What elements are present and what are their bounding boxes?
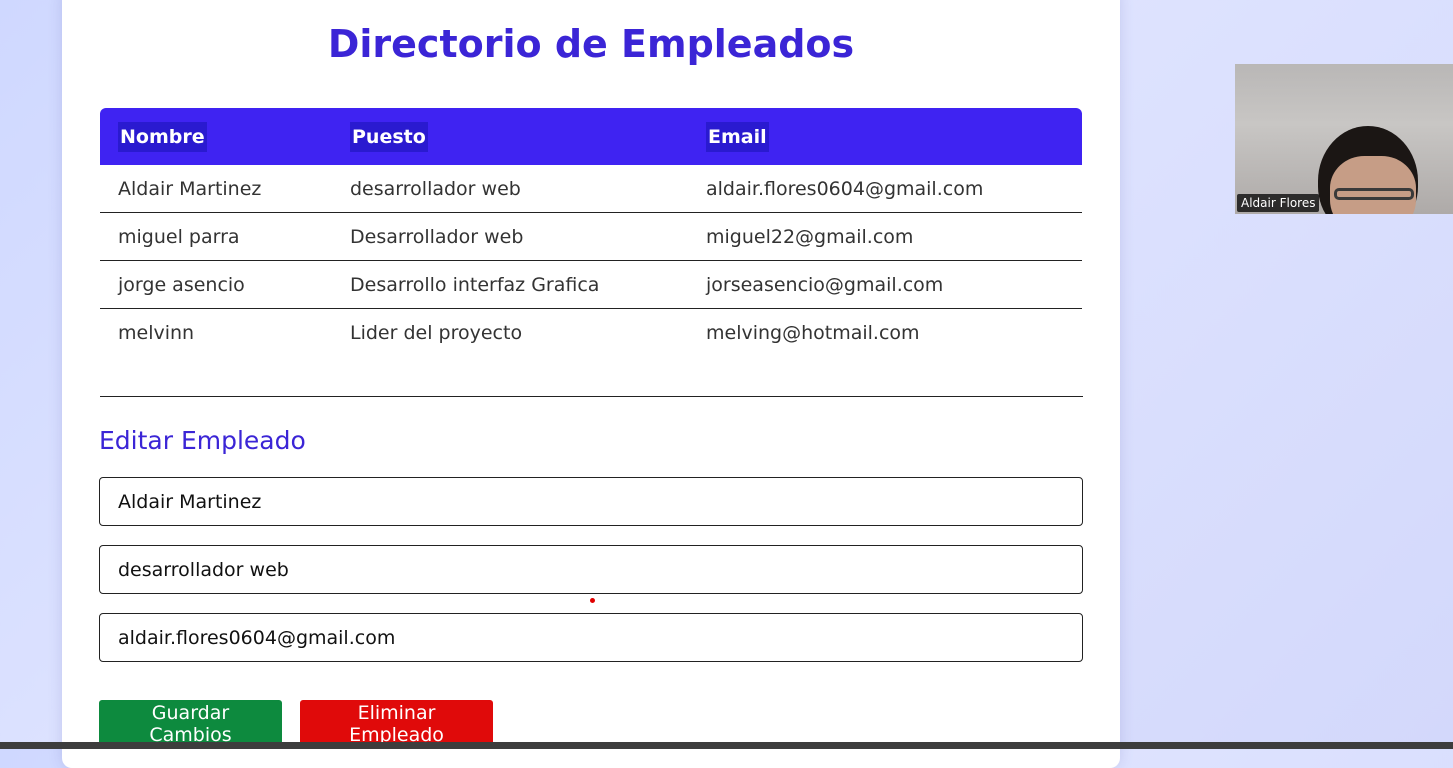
participant-name-label: Aldair Flores <box>1237 194 1320 212</box>
name-input[interactable] <box>99 477 1083 526</box>
cell-email: miguel22@gmail.com <box>688 212 1082 261</box>
participant-video-tile[interactable]: Aldair Flores <box>1235 64 1453 214</box>
employee-table: Nombre Puesto Email Aldair Martinez desa… <box>100 108 1082 356</box>
table-header: Nombre Puesto Email <box>100 108 1082 165</box>
participant-glasses <box>1334 188 1414 200</box>
table-row[interactable]: melvinn Lider del proyecto melving@hotma… <box>100 309 1082 357</box>
taskbar-edge <box>0 742 1453 749</box>
participant-face <box>1330 156 1416 214</box>
email-input[interactable] <box>99 613 1083 662</box>
cell-position: Desarrollo interfaz Grafica <box>332 260 688 309</box>
cell-name: Aldair Martinez <box>100 165 332 213</box>
cell-email: jorseasencio@gmail.com <box>688 260 1082 309</box>
cell-name: jorge asencio <box>100 260 332 309</box>
employee-directory-card: Directorio de Empleados Nombre Puesto Em… <box>62 0 1120 768</box>
employee-table-container: Nombre Puesto Email Aldair Martinez desa… <box>100 108 1082 356</box>
cell-position: desarrollador web <box>332 165 688 213</box>
cell-email: aldair.flores0604@gmail.com <box>688 165 1082 213</box>
table-row[interactable]: miguel parra Desarrollador web miguel22@… <box>100 212 1082 261</box>
cell-name: miguel parra <box>100 212 332 261</box>
column-header-email: Email <box>688 108 1082 165</box>
save-changes-button[interactable]: Guardar Cambios <box>99 700 282 748</box>
cursor-indicator <box>590 598 595 603</box>
section-divider <box>100 396 1083 397</box>
column-header-name: Nombre <box>100 108 332 165</box>
position-input[interactable] <box>99 545 1083 594</box>
column-header-position: Puesto <box>332 108 688 165</box>
delete-employee-button[interactable]: Eliminar Empleado <box>300 700 493 748</box>
table-row[interactable]: jorge asencio Desarrollo interfaz Grafic… <box>100 260 1082 309</box>
cell-name: melvinn <box>118 321 195 344</box>
page-title: Directorio de Empleados <box>327 22 855 66</box>
cell-email: melving@hotmail.com <box>706 321 920 344</box>
cell-position: Lider del proyecto <box>350 321 523 344</box>
table-row[interactable]: Aldair Martinez desarrollador web aldair… <box>100 165 1082 213</box>
table-body: Aldair Martinez desarrollador web aldair… <box>100 165 1082 356</box>
cell-position: Desarrollador web <box>332 212 688 261</box>
edit-employee-heading: Editar Empleado <box>99 426 306 455</box>
